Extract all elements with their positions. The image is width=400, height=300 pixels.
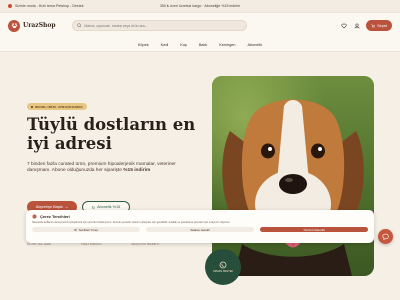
expert-support-label: UZMAN DESTEK — [212, 270, 234, 273]
required-only-label: Sadece Gerekli — [190, 227, 210, 232]
nav-item-kedi[interactable]: Kedi — [161, 43, 169, 47]
nav-item-kus[interactable]: Kuş — [180, 43, 187, 47]
expert-support-badge[interactable]: UZMAN DESTEK — [205, 249, 241, 285]
user-account-icon[interactable] — [353, 22, 360, 29]
hero-badge: 290.000+ ÜRÜN · AYNI GÜN KARGO — [27, 103, 87, 110]
hero-desc-text: 7 binden fazla curated ürün, premium hip… — [27, 162, 176, 174]
manage-preferences-button[interactable]: ⚙ Tercihleri Yönet — [32, 227, 140, 233]
badge-dot-icon — [31, 105, 33, 108]
hero-description: 7 binden fazla curated ürün, premium hip… — [27, 162, 177, 174]
required-only-button[interactable]: Sadece Gerekli — [146, 227, 254, 233]
hero-title-line1: Tüylü dostların en — [27, 115, 196, 134]
shipping-promo-text: 350 ₺ üzeri ücretsiz kargo · Aboneliğe %… — [159, 4, 241, 8]
hero-dog-image — [212, 76, 374, 276]
hero-title: Tüylü dostların en iyi adresi — [27, 115, 197, 153]
manage-preferences-label: Tercihleri Yönet — [78, 227, 98, 232]
accept-all-button[interactable]: Tümünü Kabul Et — [260, 227, 368, 233]
topbar-center-text: 350 ₺ üzeri ücretsiz kargo · Aboneliğe %… — [0, 4, 400, 8]
hero-badge-text: 290.000+ ÜRÜN · AYNI GÜN KARGO — [35, 104, 83, 109]
logo-text: UrazShop — [23, 22, 56, 29]
nav-item-abonelik[interactable]: Abonelik — [248, 43, 263, 47]
shop-now-label: Alışverişe Başla — [35, 205, 63, 209]
subscription-label: Abonelik %15 — [96, 205, 121, 209]
beagle-illustration — [212, 76, 374, 276]
cookie-title: Çerez Tercihleri — [40, 214, 70, 219]
nav-item-balik[interactable]: Balık — [199, 43, 207, 47]
nav-item-kemirgen[interactable]: Kemirgen — [219, 43, 235, 47]
search-input[interactable] — [84, 23, 242, 28]
settings-icon: ⚙ — [74, 227, 77, 232]
cart-label: Sepet — [377, 23, 387, 28]
logo[interactable]: UrazShop — [8, 19, 56, 32]
main-nav: Köpek Kedi Kuş Balık Kemirgen Abonelik — [0, 38, 400, 52]
paw-logo-icon — [8, 19, 20, 32]
whatsapp-icon — [219, 261, 227, 269]
cart-icon — [371, 23, 375, 28]
cookie-banner: Çerez Tercihleri Sitemizde kullanıcı den… — [26, 210, 374, 243]
announcement-bar: Sizinle moda - Hızlı tema Petshop - Dest… — [0, 0, 400, 13]
nav-item-kopek[interactable]: Köpek — [138, 43, 149, 47]
search-icon — [76, 23, 82, 28]
accept-all-label: Tümünü Kabul Et — [303, 227, 325, 232]
chat-button[interactable] — [378, 229, 393, 244]
hero-section: 290.000+ ÜRÜN · AYNI GÜN KARGO Tüylü dos… — [0, 52, 400, 300]
cookie-text: Sitemizde kullanıcı deneyiminizi iyileşt… — [32, 221, 231, 224]
search-bar[interactable] — [71, 20, 247, 31]
hero-desc-highlight: %15 indirim — [123, 168, 151, 174]
hero-title-line2: iyi adresi — [27, 134, 112, 153]
header: UrazShop Sepet — [0, 13, 400, 38]
arrow-right-icon: → — [64, 205, 69, 209]
chat-bubble-icon — [382, 233, 389, 240]
refresh-icon: ↻ — [91, 205, 95, 210]
cookie-icon — [32, 214, 37, 219]
wishlist-heart-icon[interactable] — [340, 22, 347, 29]
cart-button[interactable]: Sepet — [366, 20, 392, 31]
